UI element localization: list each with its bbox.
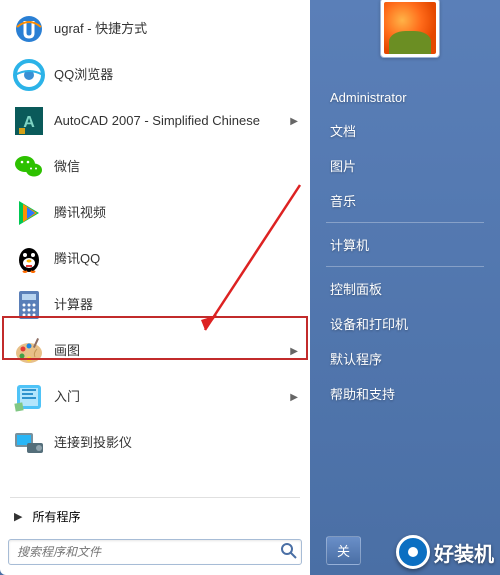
watermark-logo-icon [396, 535, 430, 569]
shutdown-button[interactable]: 关 [326, 536, 361, 565]
flower-icon [384, 2, 436, 54]
search-icon [280, 542, 298, 560]
chevron-right-icon: ▶ [290, 392, 298, 403]
program-label: 计算器 [54, 297, 298, 314]
program-item-ugraf[interactable]: ugraf - 快捷方式 [4, 6, 306, 52]
gettingstarted-icon [12, 380, 46, 414]
projector-icon [12, 426, 46, 460]
ugraf-icon [12, 12, 46, 46]
user-avatar[interactable] [380, 0, 440, 58]
right-menu-computer[interactable]: 计算机 [326, 227, 484, 262]
program-label: 入门 [54, 389, 286, 406]
program-item-qqbrowser[interactable]: QQ浏览器 [4, 52, 306, 98]
program-item-wechat[interactable]: 微信 [4, 144, 306, 190]
right-menu-documents[interactable]: 文档 [326, 113, 484, 148]
start-menu-left-panel: ugraf - 快捷方式 QQ浏览器 A AutoCAD 2007 - Simp… [0, 0, 310, 575]
search-box [8, 539, 302, 565]
right-menu-controlpanel[interactable]: 控制面板 [326, 271, 484, 306]
chevron-right-icon: ▶ [290, 346, 298, 357]
user-name-item[interactable]: Administrator [326, 82, 484, 113]
start-menu-right-panel: Administrator 文档 图片 音乐 计算机 控制面板 设备和打印机 默… [310, 0, 500, 575]
all-programs-label: 所有程序 [32, 508, 80, 525]
watermark: 好装机 [396, 535, 494, 569]
right-menu-music[interactable]: 音乐 [326, 183, 484, 218]
right-menu-pictures[interactable]: 图片 [326, 148, 484, 183]
program-label: 腾讯QQ [54, 251, 298, 268]
chevron-right-icon: ▶ [290, 116, 298, 127]
search-input[interactable] [8, 539, 302, 565]
autocad-icon: A [12, 104, 46, 138]
program-item-calculator[interactable]: 计算器 [4, 282, 306, 328]
program-label: 微信 [54, 159, 298, 176]
separator [326, 266, 484, 267]
wechat-icon [12, 150, 46, 184]
svg-text:A: A [23, 114, 35, 131]
paint-icon [12, 334, 46, 368]
qq-icon [12, 242, 46, 276]
program-item-projector[interactable]: 连接到投影仪 [4, 420, 306, 466]
program-label: 腾讯视频 [54, 205, 298, 222]
program-item-tencentvideo[interactable]: 腾讯视频 [4, 190, 306, 236]
program-item-gettingstarted[interactable]: 入门 ▶ [4, 374, 306, 420]
program-item-autocad[interactable]: A AutoCAD 2007 - Simplified Chinese ▶ [4, 98, 306, 144]
program-label: 连接到投影仪 [54, 435, 298, 452]
program-label: ugraf - 快捷方式 [54, 21, 298, 38]
program-label: AutoCAD 2007 - Simplified Chinese [54, 113, 286, 130]
right-menu-defaultprograms[interactable]: 默认程序 [326, 341, 484, 376]
all-programs-button[interactable]: ▶ 所有程序 [0, 500, 310, 533]
calculator-icon [12, 288, 46, 322]
separator [10, 497, 300, 498]
separator [326, 222, 484, 223]
right-menu-help[interactable]: 帮助和支持 [326, 376, 484, 411]
program-item-qq[interactable]: 腾讯QQ [4, 236, 306, 282]
right-menu-devices[interactable]: 设备和打印机 [326, 306, 484, 341]
triangle-right-icon: ▶ [14, 510, 22, 523]
program-list: ugraf - 快捷方式 QQ浏览器 A AutoCAD 2007 - Simp… [0, 0, 310, 495]
program-item-paint[interactable]: 画图 ▶ [4, 328, 306, 374]
program-label: 画图 [54, 343, 286, 360]
tencentvideo-icon [12, 196, 46, 230]
program-label: QQ浏览器 [54, 67, 298, 84]
qqbrowser-icon [12, 58, 46, 92]
watermark-text: 好装机 [434, 538, 494, 567]
